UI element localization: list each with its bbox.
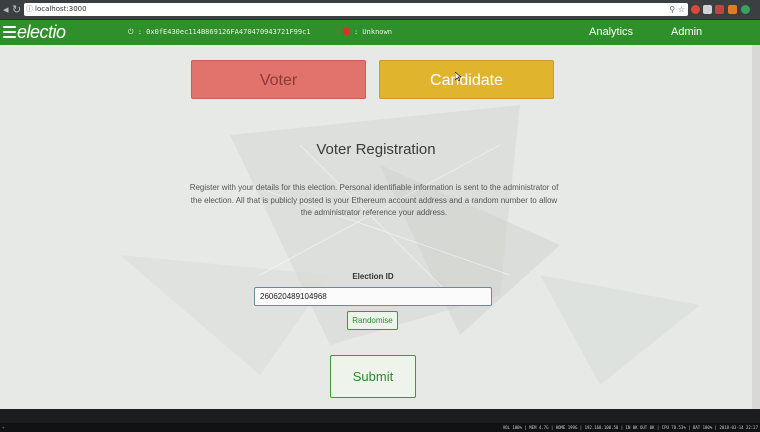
randomise-button[interactable]: Randomise: [347, 311, 398, 330]
network-status: : Unknown: [354, 28, 392, 36]
address-url: localhost:3000: [35, 5, 87, 13]
extension-icon[interactable]: [703, 5, 712, 14]
election-id-label: Election ID: [352, 272, 394, 281]
system-status-bar: + VOL 100% | MEM 4.7G | HOME 199G | 192.…: [0, 423, 760, 432]
system-stats: VOL 100% | MEM 4.7G | HOME 199G | 192.16…: [502, 425, 758, 430]
extension-icon[interactable]: [691, 5, 700, 14]
candidate-role-button[interactable]: Candidate: [379, 60, 554, 99]
nav-link-analytics[interactable]: Analytics: [589, 25, 633, 39]
window-bottom-strip: [0, 409, 760, 423]
registration-description: Register with your details for this elec…: [189, 183, 559, 217]
status-indicator-icon: [343, 28, 349, 35]
reload-icon[interactable]: ↻: [12, 3, 21, 16]
page-content: Voter Candidate Voter Registration Regis…: [0, 45, 752, 409]
account-address: ⏻ : 0x0fE430ec114B869126FA470470943721F9…: [128, 28, 311, 36]
info-icon[interactable]: ⓘ: [26, 3, 33, 16]
app-navbar: electio ⏻ : 0x0fE430ec114B869126FA470470…: [0, 20, 760, 45]
zoom-icon[interactable]: ⚲: [669, 5, 675, 14]
voter-role-button[interactable]: Voter: [191, 60, 366, 99]
page-title: Voter Registration: [316, 141, 436, 158]
browser-toolbar: ◂ ↻ ⓘ localhost:3000 ⚲ ☆: [0, 0, 760, 20]
menu-icon[interactable]: [3, 26, 16, 41]
omnibox-actions: ⚲ ☆: [669, 3, 685, 16]
page-scrollbar[interactable]: [752, 45, 760, 409]
election-id-input[interactable]: [254, 287, 492, 306]
star-icon[interactable]: ☆: [678, 5, 685, 14]
extension-icon[interactable]: [715, 5, 724, 14]
submit-button[interactable]: Submit: [330, 355, 416, 398]
nav-link-admin[interactable]: Admin: [671, 25, 702, 39]
extension-icon[interactable]: [728, 5, 737, 14]
back-icon[interactable]: ◂: [3, 3, 9, 16]
brand-logo[interactable]: electio: [17, 20, 66, 44]
address-bar[interactable]: ⓘ localhost:3000 ⚲ ☆: [24, 3, 688, 16]
workspace-indicator[interactable]: +: [2, 423, 4, 432]
extension-icon[interactable]: [741, 5, 750, 14]
mouse-cursor-icon: [455, 72, 461, 81]
